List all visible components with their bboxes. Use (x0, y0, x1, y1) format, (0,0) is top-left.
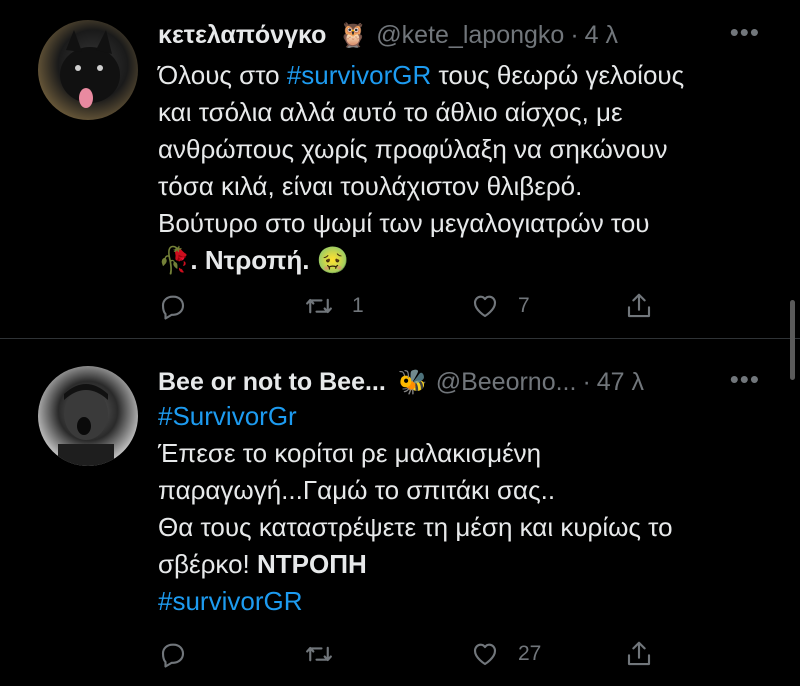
retweet-button[interactable] (304, 636, 352, 672)
separator-dot: · (570, 20, 579, 49)
hashtag-link[interactable]: #survivorGR (158, 583, 770, 620)
more-options-icon[interactable]: ••• (730, 364, 760, 395)
tweet-line: 🥀. Ντροπή. 🤢 (158, 242, 770, 279)
timestamp[interactable]: 47 λ (597, 368, 644, 397)
user-handle[interactable]: @Beeorno... (436, 368, 577, 397)
reply-button[interactable] (158, 288, 206, 324)
hashtag-link[interactable]: #survivorGR (287, 60, 431, 90)
tweet-line: Όλους στο #survivorGR τους θεωρώ γελοίου… (158, 57, 770, 94)
wilted-rose-emoji: 🥀 (158, 245, 191, 275)
tweet-line: Βούτυρο στο ψωμί των μεγαλογιατρών του (158, 208, 650, 238)
tweet-text-fragment: τους θεωρώ γελοίους (431, 60, 685, 90)
more-options-icon[interactable]: ••• (730, 17, 760, 48)
tweet-line: ανθρώπους χωρίς προφύλαξη να σηκώνουν (158, 134, 668, 164)
reply-icon (161, 643, 185, 668)
share-icon (627, 293, 651, 318)
tweet-text: Όλους στο #survivorGR τους θεωρώ γελοίου… (158, 57, 770, 279)
like-count: 7 (518, 294, 530, 317)
tweet-line: παραγωγή...Γαμώ το σπιτάκι σας.. (158, 475, 556, 505)
scrollbar[interactable] (790, 300, 795, 380)
like-button[interactable]: 7 (470, 288, 530, 324)
avatar[interactable] (38, 20, 138, 120)
tweet[interactable]: κετελαπόνγκο 🦉 @kete_lapongko · 4 λ ••• … (0, 0, 800, 338)
retweet-button[interactable]: 1 (304, 288, 364, 324)
tweet-bold-text: ΝΤΡΟΠΗ (256, 549, 367, 579)
avatar-dog-icon (60, 30, 120, 108)
display-name[interactable]: κετελαπόνγκο (158, 21, 326, 50)
avatar-person-icon (58, 384, 114, 466)
like-button[interactable]: 27 (470, 636, 541, 672)
tweet-text-fragment: σβέρκο! (158, 549, 257, 579)
reply-button[interactable] (158, 636, 206, 672)
tweet-text: #SurvivorGr Έπεσε το κορίτσι ρε μαλακισμ… (158, 398, 770, 620)
tweet-actions: 27 (158, 636, 678, 672)
bee-icon: 🐝 (397, 368, 428, 396)
retweet-count: 1 (352, 294, 364, 317)
retweet-icon (306, 298, 332, 314)
display-name[interactable]: Bee or not to Bee... (158, 368, 386, 397)
tweet-line: τόσα κιλά, είναι τουλάχιστον θλιβερό. (158, 171, 583, 201)
timestamp[interactable]: 4 λ (585, 21, 618, 50)
nauseated-face-emoji: 🤢 (316, 245, 350, 275)
tweet-header: κετελαπόνγκο 🦉 @kete_lapongko · 4 λ ••• (158, 17, 770, 53)
tweet-line: και τσόλια αλλά αυτό το άθλιο αίσχος, με (158, 97, 623, 127)
like-count: 27 (518, 642, 542, 665)
share-button[interactable] (624, 636, 654, 672)
tweet[interactable]: Bee or not to Bee... 🐝 @Beeorno... · 47 … (0, 340, 800, 686)
reply-icon (161, 295, 185, 320)
owl-icon: 🦉 (338, 21, 369, 49)
avatar[interactable] (38, 366, 138, 466)
tweet-divider (0, 338, 800, 339)
tweet-actions: 1 7 (158, 288, 678, 324)
like-icon (473, 295, 497, 318)
hashtag-link[interactable]: #SurvivorGr (158, 398, 770, 435)
retweet-icon (306, 646, 332, 662)
tweet-line: σβέρκο! ΝΤΡΟΠΗ (158, 546, 770, 583)
tweet-line: Θα τους καταστρέψετε τη μέση και κυρίως … (158, 512, 673, 542)
tweet-line: Έπεσε το κορίτσι ρε μαλακισμένη (158, 438, 542, 468)
tweet-text-fragment: Όλους στο (158, 60, 287, 90)
separator-dot: · (582, 367, 591, 396)
like-icon (473, 643, 497, 666)
share-icon (627, 641, 651, 666)
share-button[interactable] (624, 288, 654, 324)
tweet-header: Bee or not to Bee... 🐝 @Beeorno... · 47 … (158, 364, 770, 400)
tweet-bold-text: . Ντροπή. (190, 245, 310, 275)
user-handle[interactable]: @kete_lapongko (376, 21, 564, 50)
